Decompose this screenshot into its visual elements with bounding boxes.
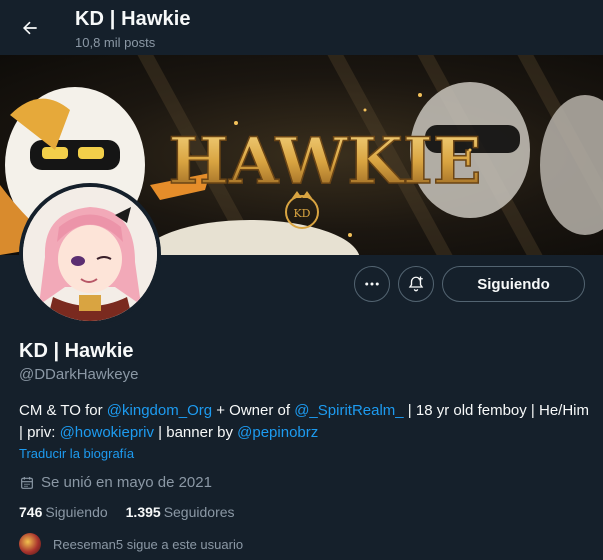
join-date: Se unió en mayo de 2021: [19, 474, 212, 491]
header-title: KD | Hawkie: [75, 8, 191, 30]
mention-link[interactable]: @howokiepriv: [60, 424, 154, 441]
profile-handle: @DDarkHawkeye: [19, 366, 139, 383]
followers-label: Seguidores: [163, 504, 235, 520]
bell-plus-icon: [408, 276, 424, 292]
calendar-icon: [21, 476, 33, 489]
follow-counts: 746 Siguiendo 1.395 Seguidores: [19, 504, 235, 520]
followed-by-text: Reeseman5 sigue a este usuario: [53, 536, 244, 552]
arrow-left-icon: [23, 21, 37, 35]
avatar-image: [23, 187, 157, 321]
bio-text: | banner by: [154, 424, 238, 441]
more-dots-icon: [365, 282, 379, 286]
more-button[interactable]: [354, 266, 390, 302]
profile-header: KD | Hawkie 10,8 mil posts: [0, 0, 603, 55]
bio-text: + Owner of: [212, 402, 295, 419]
mention-link[interactable]: @_SpiritRealm_: [294, 402, 403, 419]
following-count: 746: [19, 504, 43, 520]
mention-link[interactable]: @pepinobrz: [237, 424, 318, 441]
following-count-link[interactable]: 746 Siguiendo: [19, 504, 108, 520]
banner-title: HAWKIE: [168, 124, 481, 199]
back-button[interactable]: [12, 10, 48, 46]
follower-avatar: [19, 533, 41, 555]
followers-count-link[interactable]: 1.395 Seguidores: [126, 504, 235, 520]
profile-bio: CM & TO for @kingdom_Org + Owner of @_Sp…: [19, 400, 589, 444]
post-count: 10,8 mil posts: [75, 35, 156, 50]
profile-avatar[interactable]: [19, 183, 161, 325]
following-label: Siguiendo: [45, 504, 108, 520]
profile-name: KD | Hawkie: [19, 340, 134, 362]
followers-count: 1.395: [125, 504, 161, 520]
bio-text: CM & TO for: [19, 402, 107, 419]
svg-text:KD: KD: [293, 207, 310, 220]
following-button[interactable]: Siguiendo: [442, 266, 585, 302]
translate-bio-link[interactable]: Traducir la biografía: [19, 446, 134, 461]
notifications-button[interactable]: [398, 266, 434, 302]
mention-link[interactable]: @kingdom_Org: [107, 402, 212, 419]
followed-by-row[interactable]: Reeseman5 sigue a este usuario: [19, 533, 243, 555]
join-date-text: Se unió en mayo de 2021: [41, 474, 212, 491]
